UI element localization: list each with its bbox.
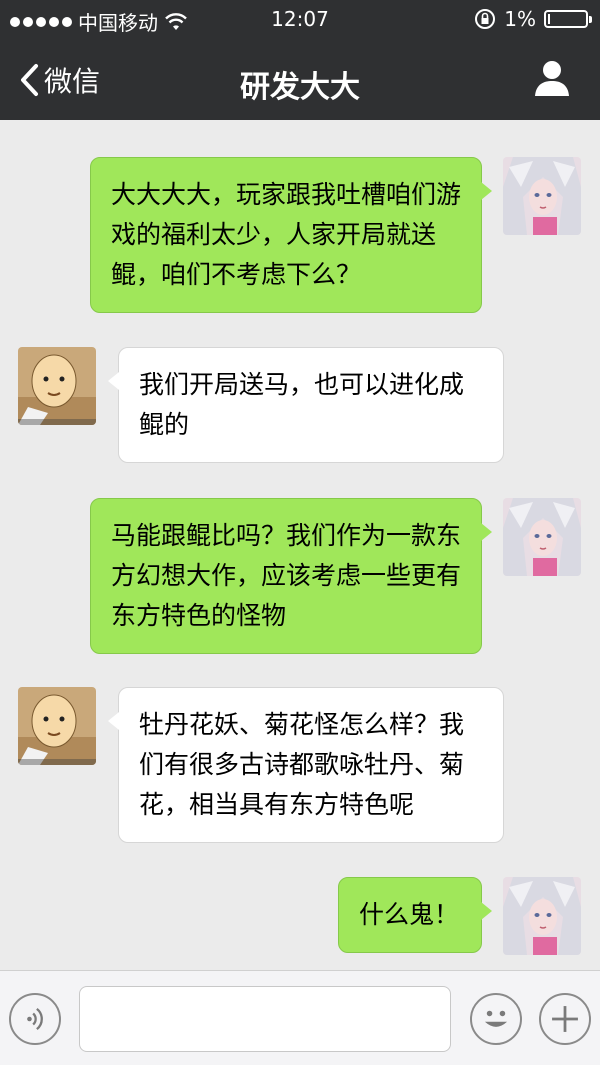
message-text: 马能跟鲲比吗？我们作为一款东方幻想大作，应该考虑一些更有东方特色的怪物 [111, 521, 462, 630]
avatar-image [18, 347, 96, 425]
message-bubble-sent[interactable]: 大大大大，玩家跟我吐槽咱们游戏的福利太少，人家开局就送鲲，咱们不考虑下么？ [90, 157, 492, 313]
plus-icon [552, 1006, 578, 1032]
message-text: 大大大大，玩家跟我吐槽咱们游戏的福利太少，人家开局就送鲲，咱们不考虑下么？ [111, 180, 462, 289]
message-bubble-received[interactable]: 我们开局送马，也可以进化成鲲的 [108, 347, 504, 463]
status-right: 1% [474, 7, 592, 31]
my-avatar[interactable] [503, 498, 581, 576]
rotation-lock-icon [475, 9, 496, 29]
battery-icon [544, 10, 592, 28]
battery-percent: 1% [504, 7, 536, 31]
avatar-image [503, 157, 581, 235]
message-bubble-received[interactable]: 牡丹花妖、菊花怪怎么样？我们有很多古诗都歌咏牡丹、菊花，相当具有东方特色呢 [108, 687, 504, 843]
message-text: 我们开局送马，也可以进化成鲲的 [139, 370, 465, 439]
my-avatar[interactable] [503, 157, 581, 235]
avatar-image [503, 498, 581, 576]
message-bubble-sent[interactable]: 马能跟鲲比吗？我们作为一款东方幻想大作，应该考虑一些更有东方特色的怪物 [90, 498, 492, 654]
chat-area: 大大大大，玩家跟我吐槽咱们游戏的福利太少，人家开局就送鲲，咱们不考虑下么？ 我们… [0, 120, 600, 970]
voice-icon [27, 1007, 43, 1031]
message-input[interactable] [79, 986, 451, 1052]
nav-bar: 微信 研发大大 [0, 40, 600, 120]
avatar-image [503, 877, 581, 955]
more-button[interactable] [539, 993, 591, 1045]
contact-avatar[interactable] [18, 687, 96, 765]
my-avatar[interactable] [503, 877, 581, 955]
voice-button[interactable] [9, 993, 61, 1045]
status-bar: 中国移动 12:07 1% [0, 0, 600, 40]
profile-button[interactable] [532, 58, 572, 98]
contact-avatar[interactable] [18, 347, 96, 425]
emoji-icon [484, 1010, 508, 1027]
message-text: 什么鬼！ [359, 900, 460, 929]
message-bubble-sent[interactable]: 什么鬼！ [338, 877, 492, 953]
input-bar [0, 970, 600, 1065]
avatar-image [18, 687, 96, 765]
message-text: 牡丹花妖、菊花怪怎么样？我们有很多古诗都歌咏牡丹、菊花，相当具有东方特色呢 [139, 710, 465, 819]
emoji-button[interactable] [470, 993, 522, 1045]
chat-title: 研发大大 [240, 70, 360, 105]
